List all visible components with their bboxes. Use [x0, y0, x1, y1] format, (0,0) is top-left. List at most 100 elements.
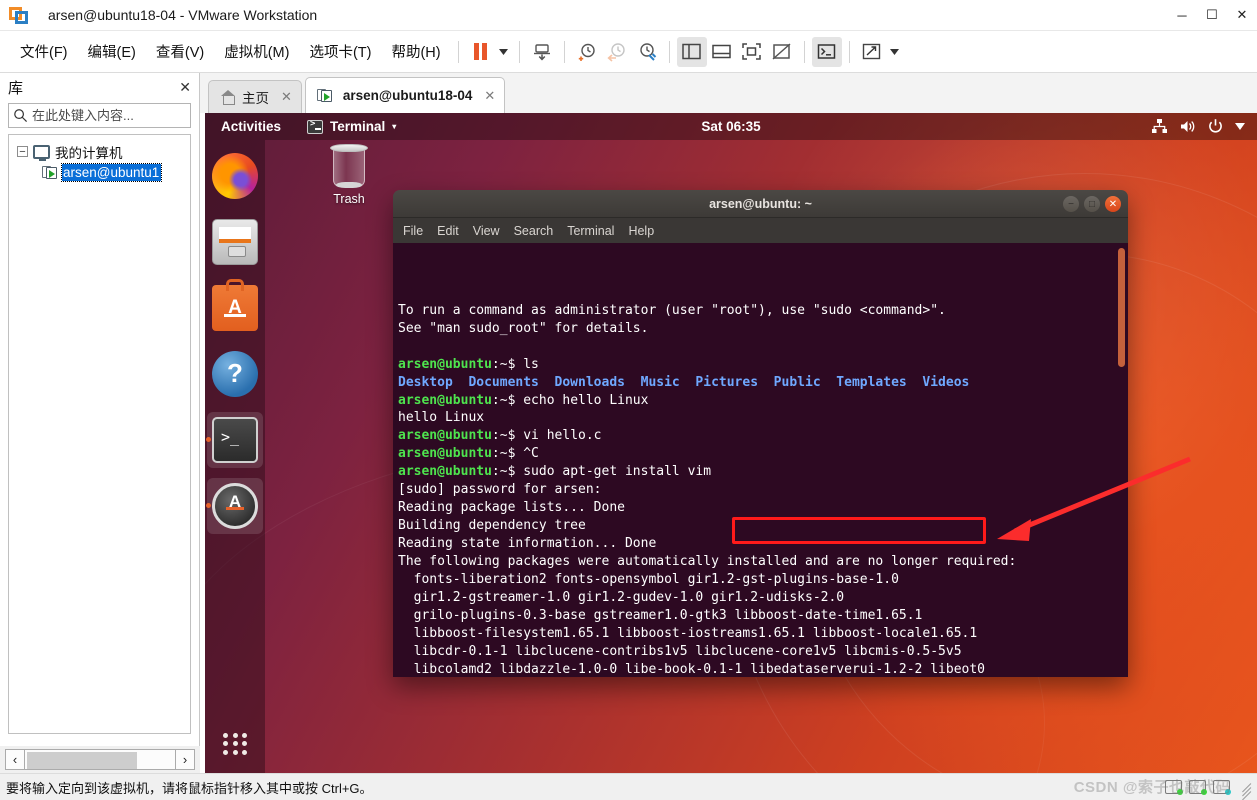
menu-file[interactable]: 文件(F) [10, 36, 78, 67]
desktop-icon-label: Trash [333, 192, 365, 206]
tree-node-my-computer[interactable]: − 我的计算机 [9, 141, 190, 162]
terminal-menu-search[interactable]: Search [514, 224, 554, 238]
files-icon [212, 219, 258, 265]
dock-item-software-updater[interactable]: A [206, 478, 263, 534]
tree-expander-icon[interactable]: − [17, 146, 28, 157]
status-icons [1165, 780, 1252, 800]
terminal-text: arsen@ubuntu [398, 392, 492, 408]
terminal-text: See "man sudo_root" for details. [398, 320, 649, 336]
menu-edit[interactable]: 编辑(E) [78, 36, 146, 67]
tree-node-vm[interactable]: arsen@ubuntu1 [9, 162, 190, 183]
network-icon[interactable] [1151, 118, 1168, 135]
terminal-menu-file[interactable]: File [403, 224, 423, 238]
terminal-text: Reading state information... Done [398, 536, 657, 552]
search-input[interactable] [28, 108, 208, 123]
toolbar-separator [848, 40, 850, 63]
window-titlebar: arsen@ubuntu18-04 - VMware Workstation ─… [0, 0, 1257, 31]
dock-item-terminal[interactable] [206, 412, 263, 468]
menu-vm[interactable]: 虚拟机(M) [214, 36, 299, 67]
take-snapshot-button[interactable] [572, 37, 602, 67]
firefox-icon [212, 153, 258, 199]
software-updater-icon: A [212, 483, 258, 529]
terminal-line: [sudo] password for arsen: [398, 481, 1128, 499]
tab-vm[interactable]: arsen@ubuntu18-04 ✕ [304, 77, 506, 113]
terminal-text: gir1.2-gstreamer-1.0 gir1.2-gudev-1.0 gi… [398, 589, 845, 605]
terminal-line: grilo-plugins-0.3-base gstreamer1.0-gtk3… [398, 607, 1128, 625]
terminal-menu-view[interactable]: View [473, 224, 500, 238]
terminal-icon [817, 44, 836, 59]
terminal-menu-help[interactable]: Help [628, 224, 654, 238]
disk-activity-icon[interactable] [1165, 780, 1183, 795]
terminal-line: arsen@ubuntu:~$ echo hello Linux [398, 392, 1128, 410]
tab-home[interactable]: 主页 ✕ [208, 80, 302, 113]
library-close-button[interactable]: ✕ [179, 79, 191, 96]
toolbar-separator [563, 40, 565, 63]
dock-item-files[interactable] [207, 214, 263, 270]
vm-icon [42, 165, 58, 180]
terminal-menu-terminal[interactable]: Terminal [567, 224, 614, 238]
power-dropdown[interactable] [496, 37, 512, 67]
terminal-output[interactable]: To run a command as administrator (user … [393, 243, 1128, 677]
stretch-dropdown[interactable] [887, 37, 903, 67]
close-button[interactable]: ✕ [1227, 0, 1257, 31]
terminal-maximize-button[interactable]: □ [1084, 196, 1100, 212]
revert-snapshot-button[interactable] [602, 37, 632, 67]
console-view-button[interactable] [811, 36, 842, 67]
terminal-scroll-thumb[interactable] [1118, 248, 1125, 367]
terminal-text: :~$ ls [491, 356, 539, 372]
menu-help[interactable]: 帮助(H) [381, 36, 450, 67]
chevron-down-icon[interactable] [1235, 118, 1245, 135]
show-library-button[interactable] [676, 36, 707, 67]
dock-item-firefox[interactable] [207, 148, 263, 204]
vmware-logo-icon [9, 4, 31, 26]
terminal-scrollbar[interactable] [1118, 248, 1125, 672]
volume-icon[interactable] [1179, 118, 1196, 135]
resize-grip-icon[interactable] [1237, 780, 1252, 800]
scroll-left-button[interactable]: ‹ [5, 749, 25, 770]
snapshot-manager-button[interactable] [527, 37, 557, 67]
unity-mode-button[interactable] [767, 37, 797, 67]
terminal-menu-edit[interactable]: Edit [437, 224, 459, 238]
dock-item-software[interactable]: A [207, 279, 263, 336]
menu-view[interactable]: 查看(V) [146, 36, 214, 67]
vm-console-screen[interactable]: Activities Terminal ▾ Sat 06:35 [205, 113, 1257, 773]
terminal-close-button[interactable]: ✕ [1105, 196, 1121, 212]
terminal-text: hello Linux [398, 410, 485, 426]
power-icon[interactable] [1207, 118, 1224, 135]
terminal-line: Building dependency tree [398, 517, 1128, 535]
tab-close-icon[interactable]: ✕ [484, 88, 495, 104]
terminal-text: Reading package lists... Done [398, 500, 625, 516]
unity-mode-icon [772, 43, 791, 60]
dock-item-help[interactable]: ? [207, 346, 263, 402]
usb-activity-icon[interactable] [1213, 780, 1231, 795]
network-activity-icon[interactable] [1189, 780, 1207, 795]
show-thumbnails-button[interactable] [707, 37, 737, 67]
desktop-icon-trash[interactable]: Trash [310, 141, 388, 206]
manage-snapshots-button[interactable] [632, 37, 662, 67]
minimize-button[interactable]: ─ [1167, 0, 1197, 31]
tab-close-icon[interactable]: ✕ [281, 89, 292, 105]
suspend-button[interactable] [466, 37, 496, 67]
stretch-view-button[interactable] [857, 37, 887, 67]
fullscreen-button[interactable] [737, 37, 767, 67]
scroll-track[interactable] [25, 749, 175, 770]
show-applications-button[interactable] [223, 733, 249, 755]
terminal-text: arsen@ubuntu [398, 428, 492, 444]
gnome-terminal-window[interactable]: arsen@ubuntu: ~ − □ ✕ File Edit View Sea… [393, 190, 1128, 677]
terminal-line: Reading state information... Done [398, 535, 1128, 553]
menu-tabs[interactable]: 选项卡(T) [299, 36, 381, 67]
maximize-button[interactable]: ☐ [1197, 0, 1227, 31]
library-scrollbar[interactable]: ‹ › [0, 746, 200, 773]
gnome-top-bar: Activities Terminal ▾ Sat 06:35 [205, 113, 1257, 140]
terminal-line: Desktop Documents Downloads Music Pictur… [398, 374, 1128, 392]
terminal-minimize-button[interactable]: − [1063, 196, 1079, 212]
scroll-right-button[interactable]: › [175, 749, 195, 770]
library-search[interactable]: ▼ [8, 103, 220, 128]
scroll-thumb[interactable] [27, 752, 137, 769]
terminal-text: arsen@ubuntu [398, 446, 492, 462]
terminal-line: arsen@ubuntu:~$ vi hello.c [398, 427, 1128, 445]
clock[interactable]: Sat 06:35 [205, 119, 1257, 134]
search-icon [14, 109, 28, 123]
chevron-down-icon [890, 48, 900, 55]
